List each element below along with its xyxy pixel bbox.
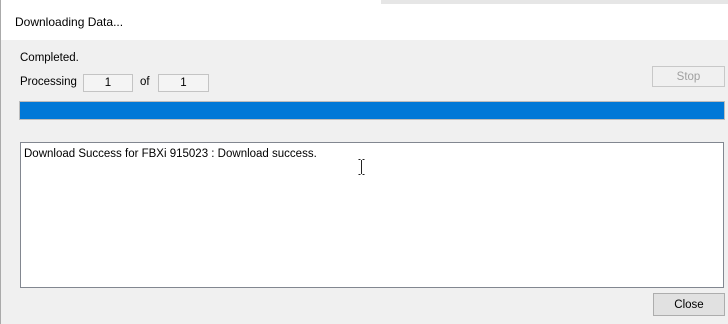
progress-bar-fill — [20, 102, 724, 119]
log-textbox[interactable]: Download Success for FBXi 915023 : Downl… — [20, 142, 724, 288]
window-title: Downloading Data... — [15, 15, 124, 29]
of-label: of — [140, 76, 150, 88]
processing-total-field: 1 — [158, 74, 209, 92]
ibeam-cursor-icon — [358, 159, 365, 175]
background-window-edge — [381, 0, 728, 4]
title-bar: Downloading Data... — [1, 0, 728, 40]
status-text: Completed. — [20, 52, 79, 64]
log-line: Download Success for FBXi 915023 : Downl… — [24, 148, 317, 160]
download-dialog: Downloading Data... Completed. Processin… — [0, 0, 728, 324]
close-button[interactable]: Close — [653, 293, 725, 316]
processing-label: Processing — [20, 76, 77, 88]
stop-button[interactable]: Stop — [652, 66, 725, 87]
progress-bar — [19, 101, 725, 120]
processing-current-field: 1 — [83, 74, 133, 92]
